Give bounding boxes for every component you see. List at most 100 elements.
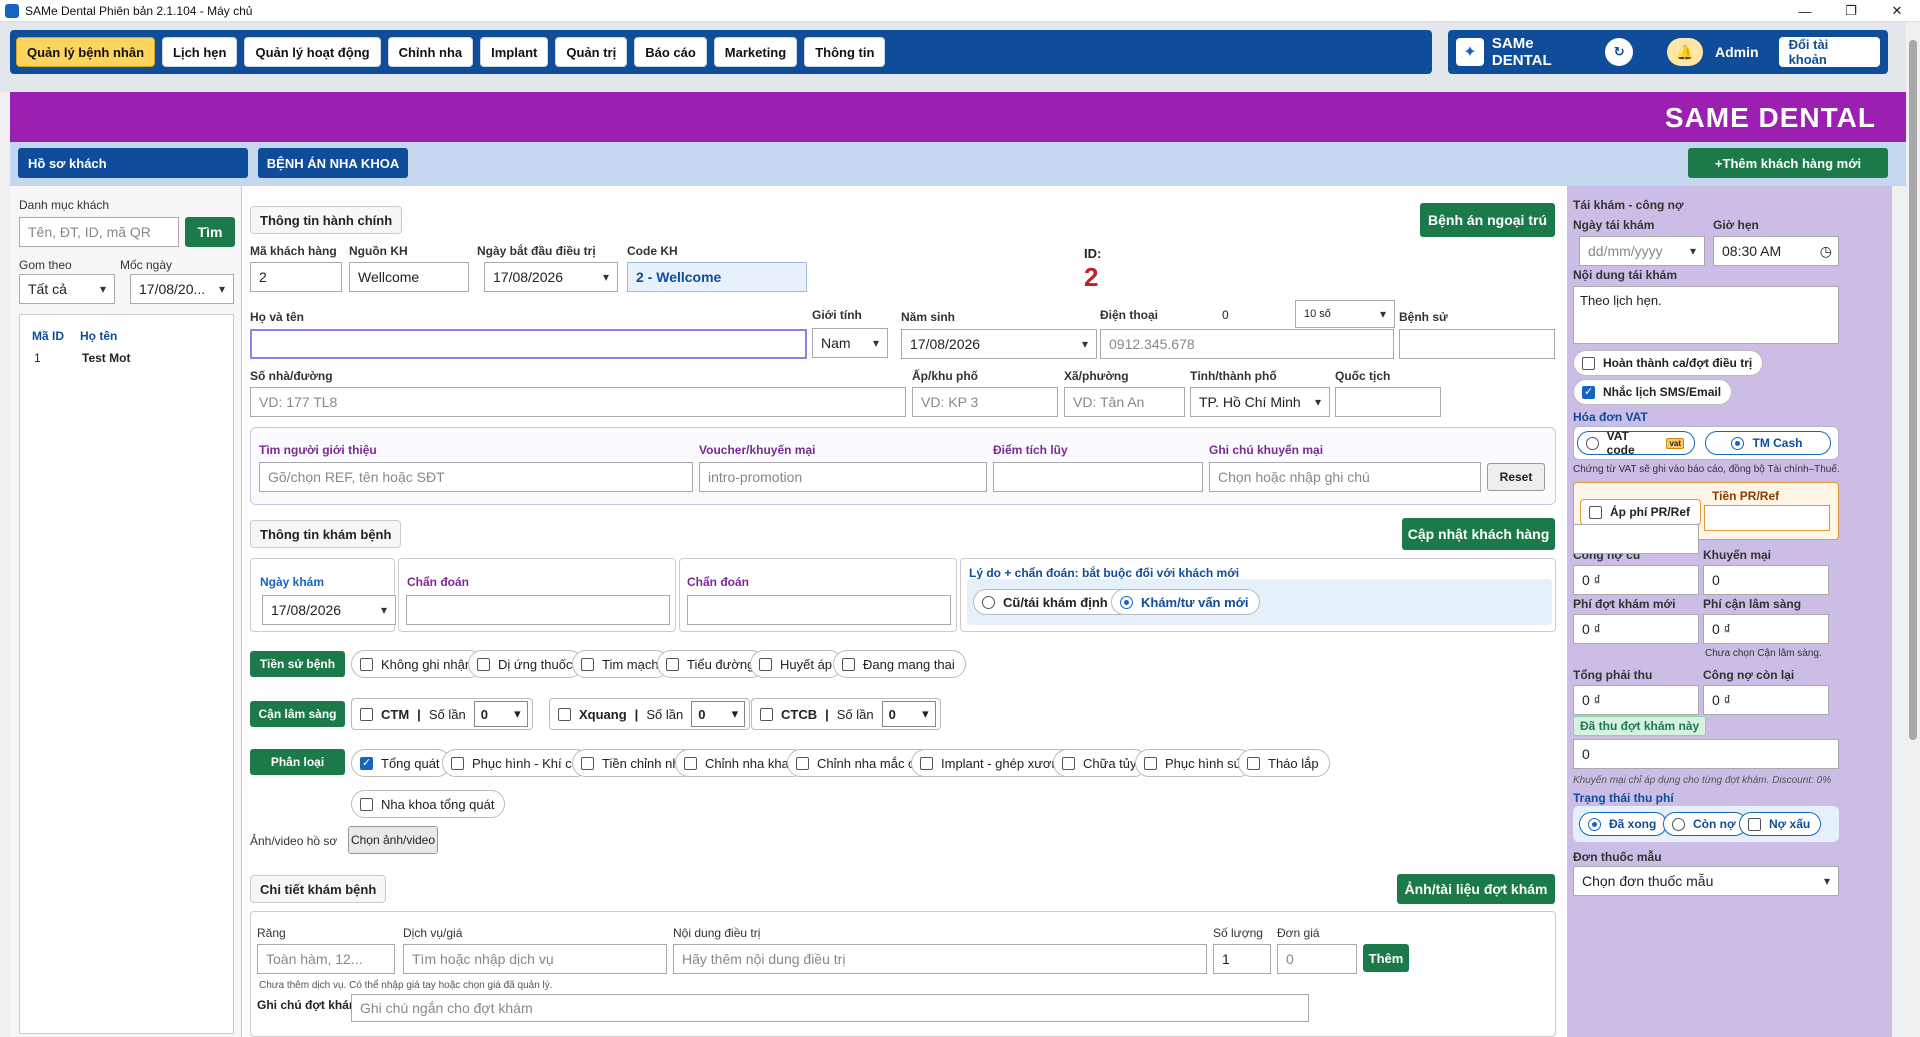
customer-code-input[interactable]: 2 [250,262,342,292]
start-date-picker[interactable]: 17/08/2026 [484,262,618,292]
birth-picker[interactable]: 17/08/2026 [901,329,1097,359]
customer-search-input[interactable]: Tên, ĐT, ID, mã QR [19,217,179,247]
revisit-content-input[interactable]: Theo lịch hẹn. [1573,286,1839,344]
history-pregnant-check[interactable]: Đang mang thai [833,650,966,678]
reason-label: Lý do + chẩn đoán: bắt buộc đối với khác… [969,566,1240,580]
clinical-ctcb-check[interactable]: CTCB | Số lần 0 [751,698,941,730]
paid-label: Đã thu đợt khám này [1573,716,1707,736]
menu-info[interactable]: Thông tin [804,37,886,67]
choose-media-button[interactable]: Chọn ảnh/video [348,826,438,854]
cat-removable-check[interactable]: Tháo lắp [1238,749,1330,777]
revisit-date-picker[interactable]: dd/mm/yyyy [1579,236,1705,266]
cat-general-check[interactable]: Tổng quát [351,749,451,777]
appt-time-input[interactable]: 08:30 AM ◷ [1713,236,1839,266]
exam-date-picker[interactable]: 17/08/2026 [262,595,396,625]
xray-count-select[interactable]: 0 [691,701,746,727]
sms-reminder-check[interactable]: Nhắc lịch SMS/Email [1573,379,1733,405]
exam-note-input[interactable]: Ghi chú ngắn cho đợt khám [351,994,1309,1022]
vat-code-radio[interactable]: VAT code vat [1577,429,1695,457]
status-bad-debt-check[interactable]: Nợ xấu [1739,812,1822,836]
date-anchor-label: Mốc ngày [120,258,173,272]
search-button[interactable]: Tìm [185,217,235,247]
ctcb-count-select[interactable]: 0 [881,701,936,727]
menu-marketing[interactable]: Marketing [713,37,798,67]
total-label: Tổng phải thu [1573,668,1653,682]
status-debt-radio[interactable]: Còn nợ [1663,812,1747,836]
diagnosis-input-1[interactable] [406,595,670,625]
city-select[interactable]: TP. Hồ Chí Minh [1190,387,1330,417]
tab-customer-profile[interactable]: Hồ sơ khách [18,148,248,178]
source-input[interactable]: Wellcome [349,262,469,292]
full-name-input[interactable] [250,329,807,359]
gender-select[interactable]: Nam [812,328,888,358]
history-none-check[interactable]: Không ghi nhận [351,650,484,678]
window-titlebar: SAMe Dental Phiên bản 2.1.104 - Máy chủ … [0,0,1920,22]
menu-admin[interactable]: Quản trị [555,37,628,67]
points-input[interactable] [993,462,1203,492]
status-done-radio[interactable]: Đã xong [1579,812,1668,836]
tm-cash-radio[interactable]: TM Cash [1705,431,1831,455]
address-label: Số nhà/đường [250,369,333,383]
exam-docs-button[interactable]: Ảnh/tài liệu đợt khám [1397,874,1555,904]
refresh-icon[interactable]: ↻ [1605,38,1634,66]
reset-button[interactable]: Reset [1487,463,1545,491]
outpatient-record-button[interactable]: Bệnh án ngoại trú [1420,203,1555,237]
close-icon[interactable]: ✕ [1874,0,1920,22]
history-bp-check[interactable]: Huyết áp [750,650,844,678]
quantity-input[interactable]: 1 [1213,944,1271,974]
cat-general-dentistry-check[interactable]: Nha khoa tổng quát [351,790,506,818]
history-allergy-check[interactable]: Dị ứng thuốc [468,650,584,678]
unit-price-label: Đơn giá [1277,926,1320,940]
rx-template-select[interactable]: Chọn đơn thuốc mẫu [1573,866,1839,896]
group-by-select[interactable]: Tất cả [19,274,115,304]
menu-patient-management[interactable]: Quản lý bệnh nhân [16,37,156,67]
clinical-ctm-check[interactable]: CTM | Số lần 0 [351,698,533,730]
menu-reports[interactable]: Báo cáo [634,37,707,67]
phone-input[interactable]: 0912.345.678 [1100,329,1394,359]
date-anchor-select[interactable]: 17/08/20... [130,274,234,304]
hamlet-input[interactable]: VD: KP 3 [912,387,1058,417]
voucher-input[interactable]: intro-promotion [699,462,987,492]
menu-appointments[interactable]: Lịch hẹn [162,37,238,67]
clinical-xray-check[interactable]: Xquang | Số lần 0 [549,698,751,730]
cat-prosthesis-check[interactable]: Phục hình - Khí cụ [442,749,590,777]
service-input[interactable]: Tìm hoặc nhập dịch vụ [403,944,667,974]
tooth-input[interactable]: Toàn hàm, 12... [257,944,395,974]
ctm-count-select[interactable]: 0 [473,701,528,727]
reason-new-radio[interactable]: Khám/tư vấn mới [1111,589,1260,615]
complete-treatment-check[interactable]: Hoàn thành ca/đợt điều trị [1573,350,1764,376]
add-customer-button[interactable]: +Thêm khách hàng mới [1688,148,1888,178]
referrer-input[interactable]: Gõ/chọn REF, tên hoặc SĐT [259,462,693,492]
unit-price-input[interactable]: 0 [1277,944,1357,974]
vertical-scrollbar[interactable] [1906,22,1920,1037]
ward-input[interactable]: VD: Tân An [1064,387,1185,417]
menu-implant[interactable]: Implant [480,37,549,67]
promo-note-input[interactable]: Chọn hoặc nhập ghi chú [1209,462,1481,492]
diagnosis-box-1: Chẩn đoán [398,558,676,632]
clinical-fee-input: 0 ₫ [1703,614,1829,644]
switch-account-button[interactable]: Đổi tài khoản [1778,37,1880,67]
add-service-button[interactable]: Thêm [1363,944,1409,972]
diagnosis-input-2[interactable] [687,595,951,625]
promo-input[interactable]: 0 [1703,565,1829,595]
pr-amount-input[interactable] [1704,505,1830,531]
table-row[interactable]: 1 Test Mot [20,347,233,369]
pr-fee-check[interactable]: Áp phí PR/Ref [1580,499,1701,525]
medical-history-input[interactable] [1399,329,1555,359]
history-cardio-check[interactable]: Tim mạch [572,650,670,678]
nationality-input[interactable] [1335,387,1441,417]
phone-digits-select[interactable]: 10 số [1295,300,1395,328]
old-debt-input[interactable]: 0 ₫ [1573,565,1699,595]
bell-icon[interactable]: 🔔 [1667,38,1703,66]
minimize-icon[interactable]: — [1782,0,1828,22]
paid-input[interactable]: 0 [1573,739,1839,769]
treatment-content-input[interactable]: Hãy thêm nội dung điều trị [673,944,1207,974]
address-input[interactable]: VD: 177 TL8 [250,387,906,417]
cat-ceramic-check[interactable]: Phục hình sứ [1135,749,1254,777]
maximize-icon[interactable]: ❐ [1828,0,1874,22]
update-customer-button[interactable]: Cập nhật khách hàng [1402,518,1555,550]
menu-orthodontics[interactable]: Chỉnh nha [387,37,474,67]
tab-dental-record[interactable]: BỆNH ÁN NHA KHOA [258,148,408,178]
cat-endo-check[interactable]: Chữa tủy [1053,749,1148,777]
menu-operations[interactable]: Quản lý hoạt động [244,37,381,67]
